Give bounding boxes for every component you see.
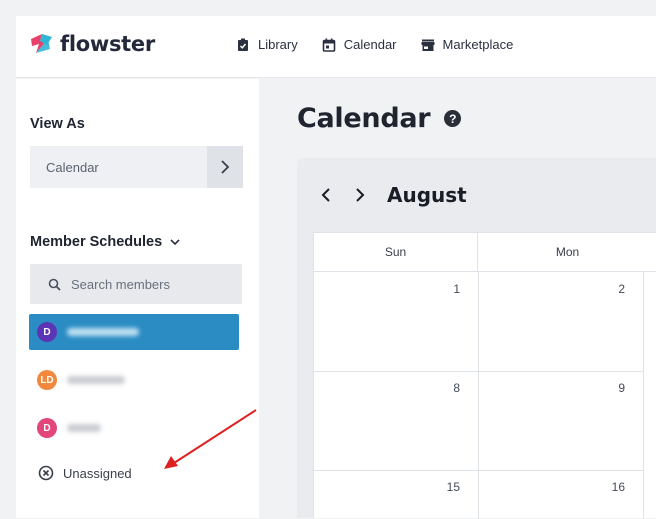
- member-name-redacted: [67, 328, 139, 336]
- day-cell[interactable]: 9: [478, 371, 644, 471]
- day-cell[interactable]: 16: [478, 470, 644, 519]
- nav-calendar[interactable]: Calendar: [322, 37, 397, 52]
- day-number: 8: [453, 381, 460, 395]
- avatar: LD: [37, 370, 57, 390]
- member-schedules-header[interactable]: Member Schedules: [30, 234, 180, 250]
- chevron-down-icon: [170, 239, 180, 246]
- weekday-sun: Sun: [314, 233, 478, 272]
- page-title: Calendar: [297, 103, 431, 134]
- day-cell[interactable]: 8: [314, 371, 479, 471]
- search-icon: [48, 278, 61, 291]
- nav-marketplace-label: Marketplace: [442, 37, 514, 52]
- avatar: D: [37, 322, 57, 342]
- flowster-logo[interactable]: flowster: [28, 31, 155, 57]
- close-circle-icon: [38, 465, 54, 481]
- member-item-1[interactable]: D: [29, 314, 239, 350]
- logo-text: flowster: [60, 32, 155, 56]
- view-as-value: Calendar: [46, 159, 99, 175]
- day-number: 15: [446, 480, 460, 494]
- clipboard-check-icon: [238, 38, 248, 51]
- sidebar: View As Calendar Member Schedules D LD D: [16, 79, 259, 518]
- avatar: D: [37, 418, 57, 438]
- member-item-3[interactable]: D: [29, 410, 239, 446]
- flowster-logo-icon: [31, 34, 52, 53]
- view-as-title: View As: [30, 116, 85, 132]
- unassigned-label: Unassigned: [63, 465, 132, 481]
- member-name-redacted: [67, 424, 101, 432]
- store-icon: [421, 39, 435, 51]
- member-schedules-title: Member Schedules: [30, 234, 163, 250]
- calendar-icon: [322, 38, 336, 52]
- member-item-2[interactable]: LD: [29, 362, 239, 398]
- view-as-select[interactable]: Calendar: [30, 146, 243, 188]
- day-number: 2: [618, 282, 625, 296]
- calendar-grid: Sun Mon 1 2 8 9 15 16: [313, 232, 656, 519]
- month-label: August: [387, 183, 467, 207]
- nav-marketplace[interactable]: Marketplace: [421, 37, 514, 52]
- prev-month-button[interactable]: [319, 187, 333, 203]
- search-members[interactable]: [30, 264, 242, 304]
- page-title-row: Calendar ?: [297, 103, 462, 134]
- question-circle-icon[interactable]: ?: [444, 110, 462, 127]
- member-name-redacted: [67, 376, 125, 384]
- day-cell[interactable]: 15: [314, 470, 479, 519]
- top-bar: flowster Library Calendar Marketplace: [16, 16, 656, 78]
- chevron-right-icon: [221, 160, 230, 174]
- weekday-mon: Mon: [478, 233, 656, 272]
- day-number: 1: [453, 282, 460, 296]
- nav-library[interactable]: Library: [236, 37, 298, 52]
- calendar-header: August: [319, 183, 467, 207]
- nav-calendar-label: Calendar: [343, 37, 397, 52]
- main-nav: Library Calendar Marketplace: [236, 37, 537, 52]
- day-number: 16: [611, 480, 625, 494]
- view-as-arrow-button[interactable]: [207, 146, 243, 188]
- day-cell[interactable]: 1: [314, 272, 479, 372]
- search-members-input[interactable]: [71, 276, 231, 292]
- day-cell[interactable]: 2: [478, 272, 644, 372]
- day-number: 9: [618, 381, 625, 395]
- next-month-button[interactable]: [353, 187, 367, 203]
- nav-library-label: Library: [258, 37, 298, 52]
- calendar-panel: August Sun Mon 1 2 8 9 15 16: [297, 158, 656, 519]
- unassigned-item[interactable]: Unassigned: [38, 465, 132, 481]
